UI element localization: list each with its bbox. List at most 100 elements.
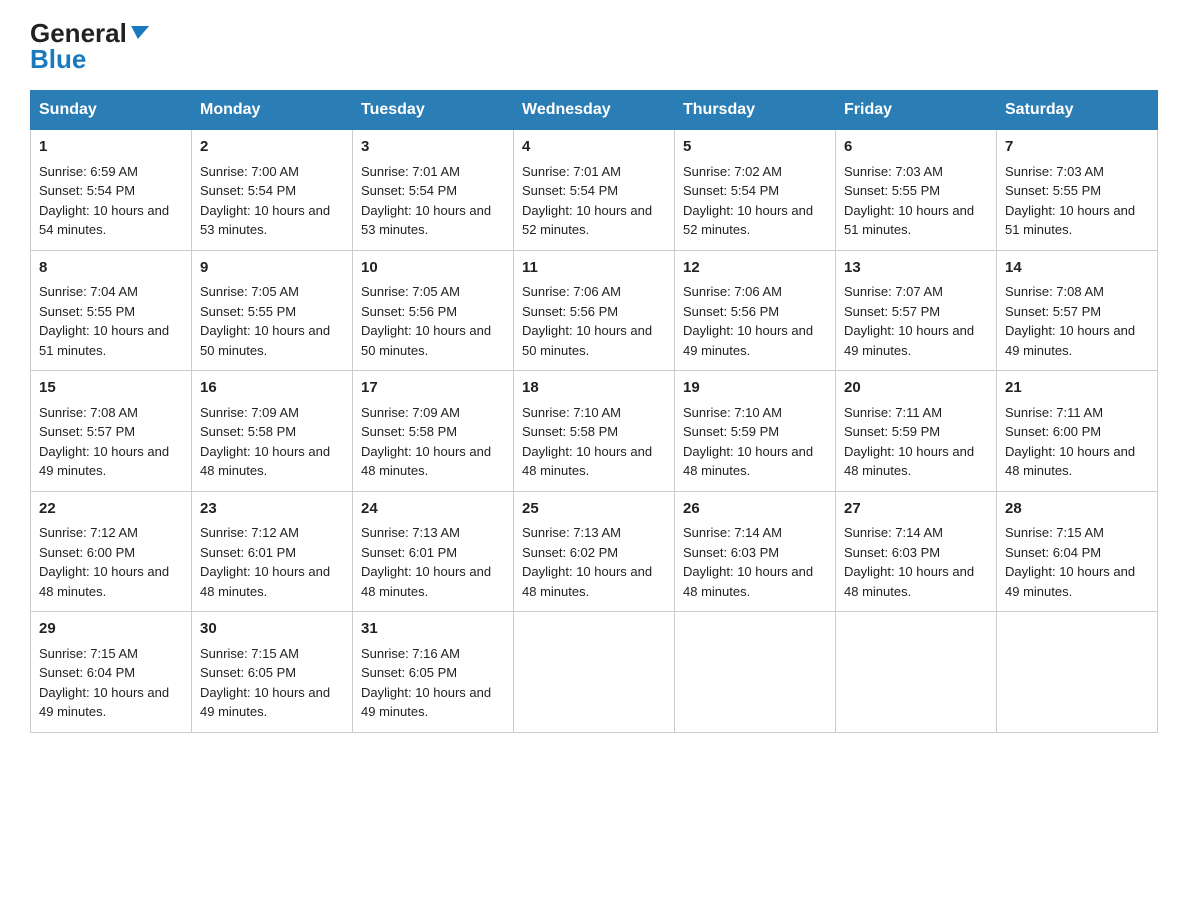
daylight-text: Daylight: 10 hours and 48 minutes.	[361, 444, 491, 479]
day-number: 17	[361, 377, 505, 400]
sunset-text: Sunset: 6:02 PM	[522, 545, 618, 560]
sunset-text: Sunset: 5:59 PM	[844, 424, 940, 439]
calendar-week-row: 15Sunrise: 7:08 AMSunset: 5:57 PMDayligh…	[31, 371, 1158, 492]
sunrise-text: Sunrise: 7:05 AM	[200, 284, 299, 299]
sunrise-text: Sunrise: 7:02 AM	[683, 164, 782, 179]
day-number: 5	[683, 136, 827, 159]
day-number: 24	[361, 498, 505, 521]
sunset-text: Sunset: 6:01 PM	[200, 545, 296, 560]
calendar-cell: 31 Sunrise: 7:16 AM Sunset: 6:05 PM Dayligh…	[353, 612, 514, 733]
daylight-text: Daylight: 10 hours and 48 minutes.	[844, 444, 974, 479]
calendar-week-row: 29 Sunrise: 7:15 AM Sunset: 6:04 PM Dayligh…	[31, 612, 1158, 733]
day-number: 14	[1005, 257, 1149, 280]
weekday-header-row: SundayMondayTuesdayWednesdayThursdayFrid…	[31, 91, 1158, 130]
weekday-header-friday: Friday	[836, 91, 997, 130]
day-number: 18	[522, 377, 666, 400]
calendar-cell: 7 Sunrise: 7:03 AM Sunset: 5:55 PM Daylight…	[997, 130, 1158, 251]
sunset-text: Sunset: 6:04 PM	[39, 665, 135, 680]
sunrise-text: Sunrise: 7:09 AM	[200, 405, 299, 420]
calendar-cell	[675, 612, 836, 733]
daylight-text: Daylight: 10 hours and 48 minutes.	[39, 564, 169, 599]
sunrise-text: Sunrise: 7:03 AM	[844, 164, 943, 179]
calendar-cell: 24Sunrise: 7:13 AMSunset: 6:01 PMDayligh…	[353, 491, 514, 612]
calendar-cell: 6Sunrise: 7:03 AMSunset: 5:55 PMDaylight…	[836, 130, 997, 251]
day-number: 15	[39, 377, 183, 400]
daylight-text: Daylight: 10 hours and 48 minutes.	[522, 444, 652, 479]
sunrise-text: Sunrise: 7:10 AM	[683, 405, 782, 420]
calendar-cell: 29Sunrise: 7:15 AMSunset: 6:04 PMDayligh…	[31, 612, 192, 733]
day-number: 7	[1005, 136, 1149, 159]
daylight-text: Daylight: 10 hours and 50 minutes.	[200, 323, 330, 358]
daylight-text: Daylight: 10 hours and 49 minutes.	[361, 685, 491, 720]
daylight-text: Daylight: 10 hours and 49 minutes.	[1005, 323, 1135, 358]
calendar-cell: 21Sunrise: 7:11 AMSunset: 6:00 PMDayligh…	[997, 371, 1158, 492]
day-number: 26	[683, 498, 827, 521]
calendar-cell: 11Sunrise: 7:06 AMSunset: 5:56 PMDayligh…	[514, 250, 675, 371]
day-number: 25	[522, 498, 666, 521]
day-number: 2	[200, 136, 344, 159]
calendar-cell: 1Sunrise: 6:59 AMSunset: 5:54 PMDaylight…	[31, 130, 192, 251]
sunrise-text: Sunrise: 7:03 AM	[1005, 164, 1104, 179]
sunrise-text: Sunrise: 7:07 AM	[844, 284, 943, 299]
day-number: 29	[39, 618, 183, 641]
calendar-cell: 2Sunrise: 7:00 AMSunset: 5:54 PMDaylight…	[192, 130, 353, 251]
sunset-text: Sunset: 5:57 PM	[1005, 304, 1101, 319]
day-number: 21	[1005, 377, 1149, 400]
sunrise-text: Sunrise: 7:09 AM	[361, 405, 460, 420]
sunrise-text: Sunrise: 7:01 AM	[361, 164, 460, 179]
sunrise-text: Sunrise: 7:13 AM	[361, 525, 460, 540]
weekday-header-wednesday: Wednesday	[514, 91, 675, 130]
sunset-text: Sunset: 5:57 PM	[844, 304, 940, 319]
daylight-text: Daylight: 10 hours and 49 minutes.	[39, 444, 169, 479]
sunrise-text: Sunrise: 7:08 AM	[1005, 284, 1104, 299]
sunset-text: Sunset: 5:54 PM	[39, 183, 135, 198]
daylight-text: Daylight: 10 hours and 48 minutes.	[200, 564, 330, 599]
calendar-cell: 5Sunrise: 7:02 AMSunset: 5:54 PMDaylight…	[675, 130, 836, 251]
sunrise-text: Sunrise: 7:11 AM	[1005, 405, 1103, 420]
sunset-text: Sunset: 6:03 PM	[683, 545, 779, 560]
calendar-cell: 12Sunrise: 7:06 AMSunset: 5:56 PMDayligh…	[675, 250, 836, 371]
sunset-text: Sunset: 6:05 PM	[361, 665, 457, 680]
sunrise-text: Sunrise: 7:16 AM	[361, 646, 460, 661]
sunset-text: Sunset: 6:01 PM	[361, 545, 457, 560]
sunset-text: Sunset: 5:58 PM	[522, 424, 618, 439]
sunset-text: Sunset: 5:55 PM	[1005, 183, 1101, 198]
day-number: 31	[361, 618, 505, 641]
sunrise-text: Sunrise: 7:15 AM	[1005, 525, 1104, 540]
day-number: 8	[39, 257, 183, 280]
calendar-cell: 18Sunrise: 7:10 AMSunset: 5:58 PMDayligh…	[514, 371, 675, 492]
page-header: General Blue	[30, 20, 1158, 72]
calendar-cell	[836, 612, 997, 733]
calendar-cell: 26Sunrise: 7:14 AMSunset: 6:03 PMDayligh…	[675, 491, 836, 612]
sunrise-text: Sunrise: 7:13 AM	[522, 525, 621, 540]
weekday-header-tuesday: Tuesday	[353, 91, 514, 130]
calendar-cell: 13Sunrise: 7:07 AMSunset: 5:57 PMDayligh…	[836, 250, 997, 371]
daylight-text: Daylight: 10 hours and 54 minutes.	[39, 203, 169, 238]
day-number: 11	[522, 257, 666, 280]
sunrise-text: Sunrise: 7:06 AM	[522, 284, 621, 299]
calendar-cell: 28Sunrise: 7:15 AMSunset: 6:04 PMDayligh…	[997, 491, 1158, 612]
sunset-text: Sunset: 5:55 PM	[39, 304, 135, 319]
calendar-cell	[997, 612, 1158, 733]
calendar-cell: 16Sunrise: 7:09 AMSunset: 5:58 PMDayligh…	[192, 371, 353, 492]
calendar-cell: 14 Sunrise: 7:08 AM Sunset: 5:57 PM Dayligh…	[997, 250, 1158, 371]
daylight-text: Daylight: 10 hours and 52 minutes.	[522, 203, 652, 238]
daylight-text: Daylight: 10 hours and 49 minutes.	[39, 685, 169, 720]
weekday-header-saturday: Saturday	[997, 91, 1158, 130]
daylight-text: Daylight: 10 hours and 51 minutes.	[1005, 203, 1135, 238]
day-number: 4	[522, 136, 666, 159]
sunset-text: Sunset: 5:58 PM	[361, 424, 457, 439]
day-number: 9	[200, 257, 344, 280]
day-number: 20	[844, 377, 988, 400]
day-number: 13	[844, 257, 988, 280]
sunset-text: Sunset: 5:58 PM	[200, 424, 296, 439]
sunrise-text: Sunrise: 7:15 AM	[200, 646, 299, 661]
day-number: 30	[200, 618, 344, 641]
day-number: 27	[844, 498, 988, 521]
daylight-text: Daylight: 10 hours and 48 minutes.	[844, 564, 974, 599]
sunrise-text: Sunrise: 7:01 AM	[522, 164, 621, 179]
day-number: 28	[1005, 498, 1149, 521]
sunrise-text: Sunrise: 7:12 AM	[39, 525, 138, 540]
sunrise-text: Sunrise: 7:04 AM	[39, 284, 138, 299]
sunset-text: Sunset: 5:54 PM	[361, 183, 457, 198]
